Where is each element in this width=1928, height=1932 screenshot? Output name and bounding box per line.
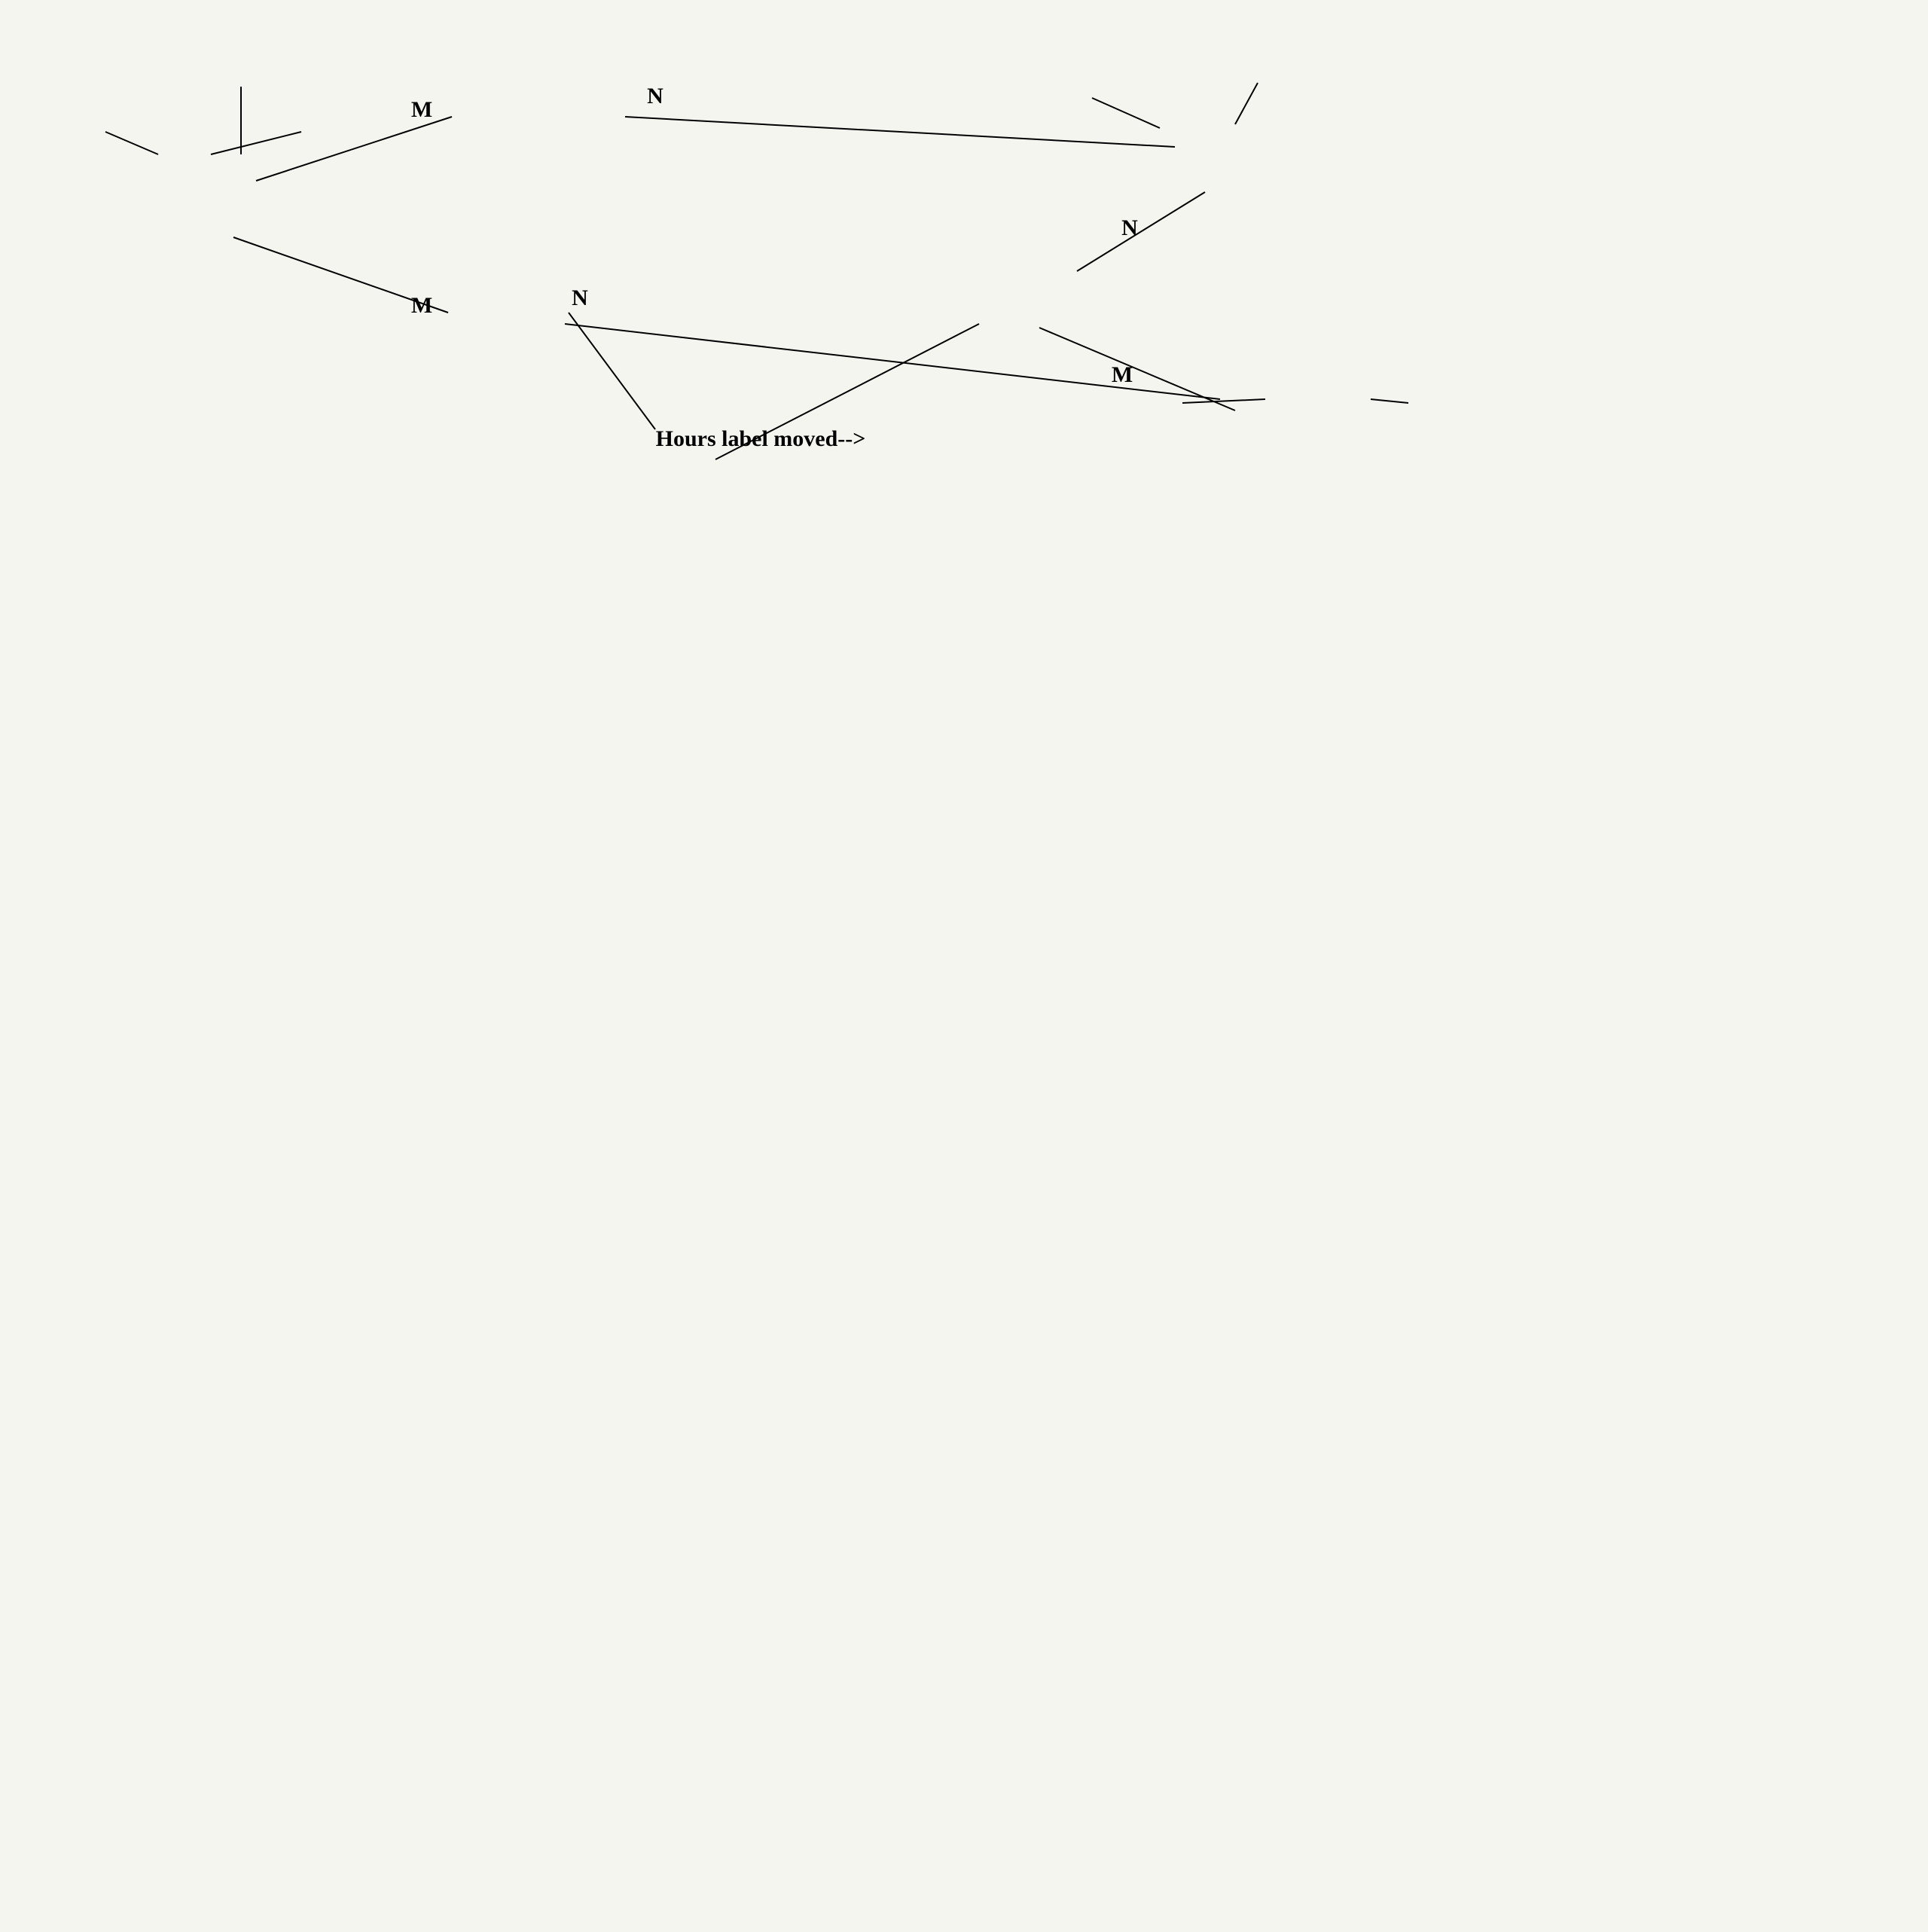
svg-text:M: M — [411, 97, 432, 122]
svg-text:M: M — [1112, 362, 1133, 387]
svg-text:M: M — [411, 293, 432, 318]
svg-text:N: N — [572, 285, 588, 310]
svg-text:N: N — [647, 84, 664, 108]
svg-text:Hours label moved-->: Hours label moved--> 1 N N 1 N 1 M N — [656, 426, 866, 451]
er-diagram: M N M N N M Hours label moved--> 1 N N 1… — [0, 0, 1928, 1928]
svg-text:N: N — [1121, 215, 1138, 240]
